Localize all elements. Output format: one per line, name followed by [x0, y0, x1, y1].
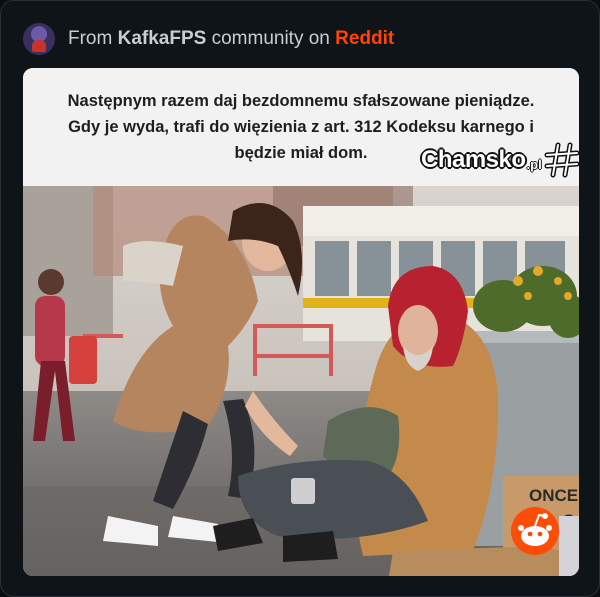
post-header: From KafkaFPS community on Reddit [23, 23, 394, 55]
avatar-icon [559, 516, 579, 576]
chamsko-watermark: Chamsko .pl [421, 140, 579, 180]
reddit-snoo-icon [511, 507, 559, 555]
post-image[interactable]: Następnym razem daj bezdomnemu sfałszowa… [23, 68, 579, 576]
platform-name-link[interactable]: Reddit [335, 28, 394, 49]
community-avatar-icon[interactable] [23, 23, 55, 55]
hash-icon [544, 142, 579, 178]
source-line: From KafkaFPS community on Reddit [68, 28, 394, 50]
street-photo: ONCE S [23, 186, 579, 576]
caption-line-2: Gdy je wyda, trafi do więzienia z art. 3… [68, 118, 534, 136]
source-middle: community on [211, 28, 330, 49]
sign-text: ONCE [529, 486, 578, 505]
watermark-suffix: .pl [526, 156, 542, 172]
community-name-link[interactable]: KafkaFPS [118, 28, 207, 49]
reddit-post-card: From KafkaFPS community on Reddit Następ… [0, 0, 600, 597]
photo-illustration: ONCE S [23, 186, 579, 576]
caption-line-1: Następnym razem daj bezdomnemu sfałszowa… [67, 92, 535, 110]
meme-caption: Następnym razem daj bezdomnemu sfałszowa… [23, 68, 579, 186]
source-prefix: From [68, 28, 113, 49]
watermark-name: Chamsko [421, 146, 526, 173]
